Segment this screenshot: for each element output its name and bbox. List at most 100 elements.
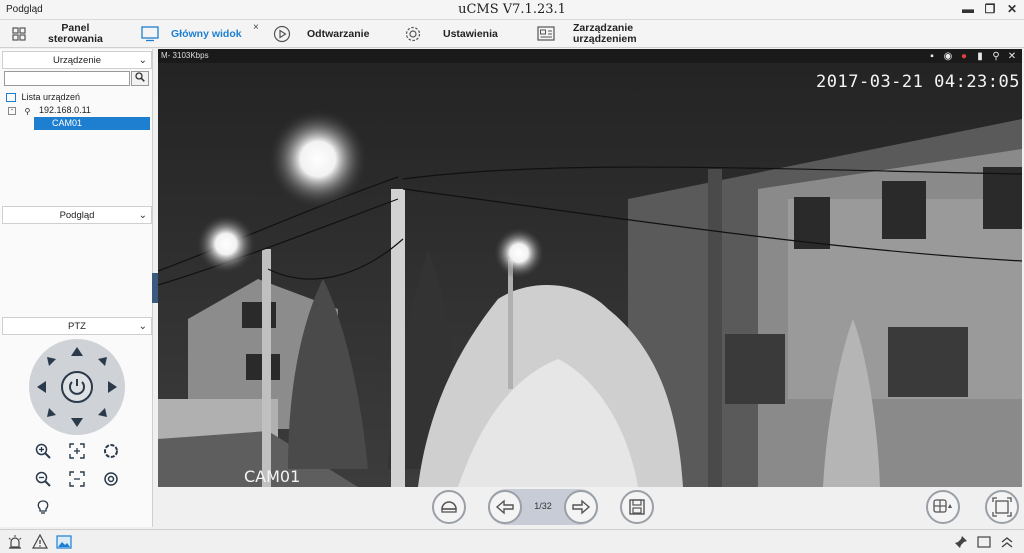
tree-device-label: 192.168.0.11 (39, 105, 91, 115)
preview-mode-button[interactable] (55, 533, 73, 551)
nav-zarzadzanie[interactable]: Zarządzanie urządzeniem (537, 20, 637, 48)
device-search-input[interactable] (4, 71, 130, 86)
collapse-button[interactable] (998, 533, 1016, 551)
iris-icon (104, 444, 118, 458)
nav-label-line2: urządzeniem (573, 33, 637, 45)
warning-button[interactable] (31, 533, 49, 551)
tree-root-label: Lista urządzeń (21, 92, 81, 102)
window-icon (977, 536, 991, 548)
focus-out-icon (69, 471, 85, 487)
fullscreen-icon (992, 497, 1012, 517)
restore-button[interactable]: ❐ (982, 1, 998, 17)
grid-icon (10, 25, 28, 43)
ptz-down-left-button (47, 408, 56, 417)
snapshot-icon[interactable]: ◉ (942, 50, 954, 62)
nav-ustawienia[interactable]: Ustawienia (404, 20, 498, 48)
zoom-out-button[interactable] (33, 469, 53, 489)
pin-icon (955, 536, 967, 548)
ptz-left-button (37, 381, 46, 393)
prev-page-button[interactable] (488, 490, 522, 524)
monitor-icon (141, 25, 159, 43)
window-mode-button[interactable] (975, 533, 993, 551)
nav-label: Panel sterowania (48, 23, 103, 45)
double-chevron-up-icon (1001, 537, 1013, 548)
alarm-light-icon (8, 535, 22, 549)
fullscreen-button[interactable] (985, 490, 1019, 524)
arrow-left-icon (495, 499, 514, 515)
section-title: Podgląd (59, 210, 95, 221)
ptz-section-header[interactable]: PTZ ⌄ (2, 317, 152, 335)
layout-grid-icon (933, 499, 952, 513)
focus-near-button[interactable] (67, 441, 87, 461)
close-video-icon[interactable]: ✕ (1006, 50, 1018, 62)
nav-label-line2: sterowania (48, 33, 103, 45)
ptz-down-right-button (98, 408, 107, 417)
ptz-auto-button[interactable] (61, 371, 93, 403)
pin-button[interactable] (952, 533, 970, 551)
device-manage-icon (537, 25, 555, 43)
next-page-button[interactable] (564, 490, 598, 524)
search-button[interactable] (131, 71, 149, 86)
iris-open-button[interactable] (101, 441, 121, 461)
ptz-down-button (71, 418, 83, 427)
camera-feed-image (158, 49, 1022, 487)
left-panel: Urządzenie ⌄ Lista urządzeń - ⚲ 192.168.… (0, 49, 153, 527)
iris-close-button[interactable] (101, 469, 121, 489)
aperture-icon (104, 472, 118, 486)
zoom-in-button[interactable] (33, 441, 53, 461)
stream-settings-button[interactable] (432, 490, 466, 524)
close-button[interactable]: ✕ (1004, 1, 1020, 17)
section-title: PTZ (68, 321, 86, 332)
video-view[interactable]: M- 3103Kbps ▪ ◉ ● ▮ ⚲ ✕ 2017-03-21 04:23… (158, 49, 1022, 487)
window-controls: ▬ ❐ ✕ (960, 1, 1020, 17)
nav-label: Główny widok (171, 27, 242, 40)
image-icon (56, 535, 72, 549)
ip-camera-icon: ⚲ (24, 106, 31, 116)
nav-label: Ustawienia (443, 27, 498, 40)
split-layout-button[interactable] (926, 490, 960, 524)
window-title: uCMS V7.1.23.1 (458, 2, 566, 17)
device-section-header[interactable]: Urządzenie ⌄ (2, 51, 152, 69)
tree-device[interactable]: - ⚲ 192.168.0.11 (8, 105, 91, 116)
device-list-icon (6, 93, 16, 103)
ptz-right-button (108, 381, 117, 393)
video-tool-icons: ▪ ◉ ● ▮ ⚲ ✕ (926, 50, 1018, 62)
nav-panel-sterowania[interactable]: Panel sterowania (10, 20, 103, 48)
record-icon[interactable]: ▪ (926, 50, 938, 62)
arrow-right-icon (572, 499, 591, 515)
video-toolbar: M- 3103Kbps ▪ ◉ ● ▮ ⚲ ✕ (158, 49, 1022, 63)
section-title: Urządzenie (52, 55, 102, 66)
tree-camera-label: CAM01 (52, 118, 83, 128)
preview-section-header[interactable]: Podgląd ⌄ (2, 206, 152, 224)
nav-glowny-widok[interactable]: Główny widok (141, 20, 242, 48)
gear-icon (404, 25, 422, 43)
nav-label: Odtwarzanie (307, 27, 370, 40)
minimize-button[interactable]: ▬ (960, 1, 976, 17)
collapse-icon[interactable]: - (8, 106, 16, 115)
save-layout-button[interactable] (620, 490, 654, 524)
lightbulb-icon (37, 500, 49, 514)
ptz-up-left-button (47, 357, 56, 366)
title-bar: Podgląd uCMS V7.1.23.1 ▬ ❐ ✕ (0, 0, 1024, 20)
mute-icon[interactable]: ● (958, 50, 970, 62)
power-icon (69, 379, 85, 395)
zoom-in-icon (35, 443, 51, 459)
light-button[interactable] (33, 497, 53, 517)
camera-dome-icon (441, 501, 457, 513)
focus-far-button[interactable] (67, 469, 87, 489)
tree-camera-selected[interactable]: CAM01 (34, 117, 150, 130)
zoom-icon[interactable]: ⚲ (990, 50, 1002, 62)
tree-root[interactable]: Lista urządzeń (6, 92, 81, 103)
focus-in-icon (69, 443, 85, 459)
save-icon (629, 499, 645, 515)
nav-label: Zarządzanie urządzeniem (573, 23, 637, 45)
microphone-icon[interactable]: ▮ (974, 50, 986, 62)
playback-control-bar: 1/32 (158, 487, 1024, 527)
nav-odtwarzanie[interactable]: Odtwarzanie (273, 20, 369, 48)
alarm-button[interactable] (6, 533, 24, 551)
osd-timestamp: 2017-03-21 04:23:05 (816, 72, 1020, 92)
close-tab-button[interactable]: × (253, 22, 259, 33)
ptz-up-right-button (98, 357, 107, 366)
osd-camera-name: CAM01 (244, 467, 301, 486)
status-bar (0, 529, 1024, 553)
